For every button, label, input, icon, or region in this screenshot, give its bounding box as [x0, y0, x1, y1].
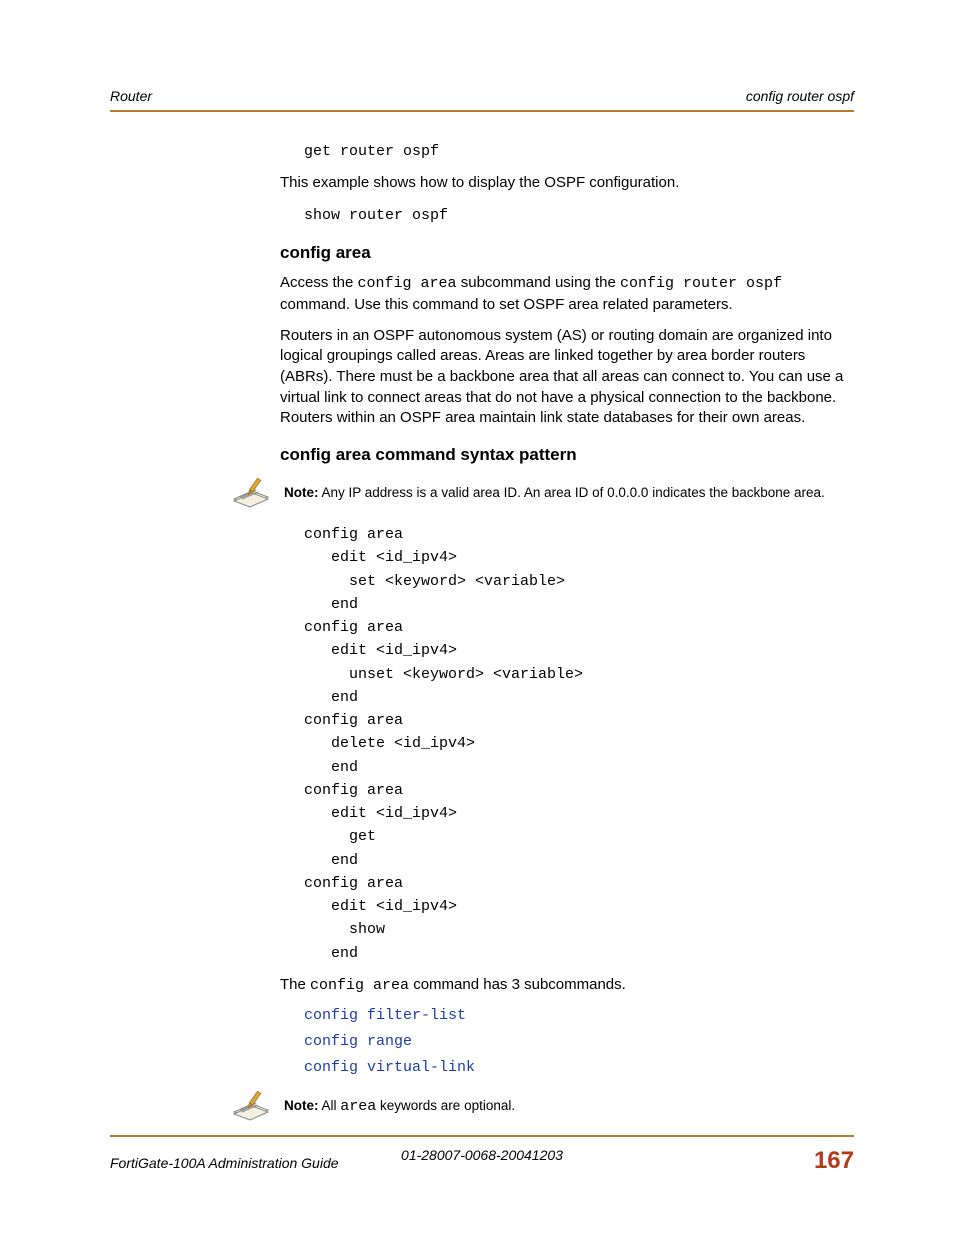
footer-doc-id: 01-28007-0068-20041203: [401, 1147, 563, 1163]
main-content: get router ospf This example shows how t…: [280, 140, 854, 465]
header-rule: [110, 110, 854, 112]
subcommand-list: config filter-list config range config v…: [304, 1006, 854, 1076]
paragraph-example-intro: This example shows how to display the OS…: [280, 173, 854, 194]
paragraph-subcommands: The config area command has 3 subcommand…: [280, 975, 854, 997]
link-filter-list[interactable]: config filter-list: [304, 1007, 466, 1024]
main-content-2: config area edit <id_ipv4> set <keyword>…: [280, 523, 854, 1076]
note-text: Note: Any IP address is a valid area ID.…: [284, 484, 854, 503]
paragraph-ospf-overview: Routers in an OSPF autonomous system (AS…: [280, 326, 854, 429]
footer-guide-title: FortiGate-100A Administration Guide: [110, 1155, 339, 1171]
heading-config-area: config area: [280, 243, 854, 263]
page-number: 167: [814, 1147, 854, 1175]
note-icon: [230, 475, 274, 511]
note-area-id: Note: Any IP address is a valid area ID.…: [110, 475, 854, 511]
footer-line: FortiGate-100A Administration Guide 01-2…: [110, 1147, 854, 1175]
footer-rule: [110, 1135, 854, 1137]
code-get-router: get router ospf: [304, 140, 854, 163]
code-syntax-block: config area edit <id_ipv4> set <keyword>…: [304, 523, 854, 965]
link-virtual-link[interactable]: config virtual-link: [304, 1059, 475, 1076]
code-show-router: show router ospf: [304, 204, 854, 227]
footer: FortiGate-100A Administration Guide 01-2…: [110, 1117, 854, 1175]
header-right: config router ospf: [746, 88, 854, 104]
link-range[interactable]: config range: [304, 1033, 412, 1050]
page: Router config router ospf get router osp…: [0, 0, 954, 1235]
header-left: Router: [110, 88, 152, 104]
note-text: Note: All area keywords are optional.: [284, 1096, 854, 1117]
heading-syntax-pattern: config area command syntax pattern: [280, 445, 854, 465]
running-header: Router config router ospf: [110, 88, 854, 104]
paragraph-config-area-intro: Access the config area subcommand using …: [280, 273, 854, 315]
